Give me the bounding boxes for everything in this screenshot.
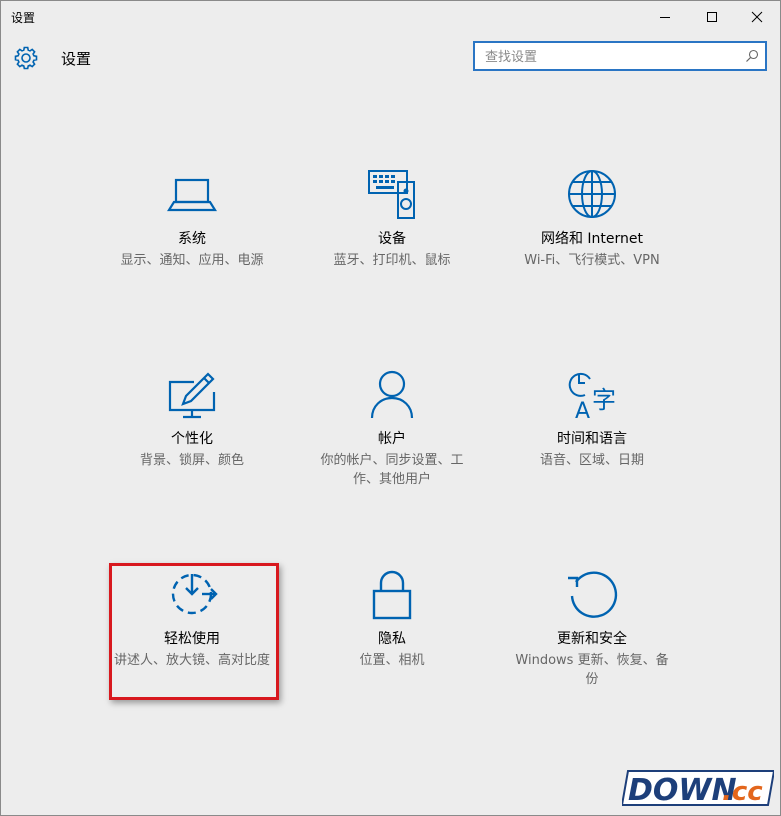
search-icon[interactable]	[745, 49, 759, 63]
tile-description: 讲述人、放大镜、高对比度	[113, 653, 270, 668]
tile-description: 蓝牙、打印机、鼠标	[333, 253, 451, 268]
close-button[interactable]	[734, 1, 780, 33]
globe-icon	[568, 170, 616, 218]
time-language-icon: A 字	[568, 372, 616, 424]
tile-network[interactable]: 网络和 Internet Wi-Fi、飞行模式、VPN	[507, 168, 677, 318]
watermark-text: DOWN	[628, 773, 737, 808]
personalization-icon	[168, 372, 216, 419]
tile-ease-of-access[interactable]: 轻松使用 讲述人、放大镜、高对比度	[107, 568, 277, 718]
tile-label: 时间和语言	[557, 431, 627, 447]
person-icon	[370, 370, 414, 419]
tile-label: 轻松使用	[164, 631, 220, 647]
maximize-icon	[707, 12, 717, 22]
tile-label: 个性化	[171, 431, 213, 447]
tile-time-language[interactable]: A 字 时间和语言 语音、区域、日期	[507, 368, 677, 518]
laptop-icon	[167, 178, 217, 212]
window-title: 设置	[11, 11, 36, 25]
tile-devices[interactable]: 设备 蓝牙、打印机、鼠标	[307, 168, 477, 318]
tile-personalization[interactable]: 个性化 背景、锁屏、颜色	[107, 368, 277, 518]
svg-text:A: A	[575, 399, 590, 424]
close-icon	[751, 11, 763, 23]
tile-label: 隐私	[378, 631, 406, 647]
tile-description: 你的帐户、同步设置、工作、其他用户	[320, 453, 464, 487]
tile-accounts[interactable]: 帐户 你的帐户、同步设置、工作、其他用户	[307, 368, 477, 518]
devices-icon	[368, 170, 415, 219]
tile-privacy[interactable]: 隐私 位置、相机	[307, 568, 477, 718]
tile-description: Wi-Fi、飞行模式、VPN	[524, 253, 660, 268]
minimize-button[interactable]	[642, 1, 688, 33]
svg-text:字: 字	[592, 386, 616, 414]
tile-description: 语音、区域、日期	[539, 453, 644, 468]
tile-label: 更新和安全	[557, 631, 627, 647]
update-icon	[568, 571, 618, 618]
tile-system[interactable]: 系统 显示、通知、应用、电源	[107, 168, 277, 318]
tile-description: 背景、锁屏、颜色	[139, 453, 244, 468]
watermark-suffix: .cc	[722, 777, 763, 807]
lock-icon	[372, 570, 412, 620]
search-box[interactable]	[473, 41, 767, 71]
gear-icon	[14, 46, 38, 70]
settings-window: 设置 设置 查找设置 系统 显示、通知、应用、电源 设备 蓝牙、打印机、鼠标 网…	[0, 0, 781, 816]
tile-description: 位置、相机	[359, 653, 425, 668]
maximize-button[interactable]	[689, 1, 735, 33]
ease-of-access-icon	[171, 573, 218, 615]
minimize-icon	[660, 17, 670, 18]
tile-label: 系统	[178, 231, 206, 247]
tile-update-security[interactable]: 更新和安全 Windows 更新、恢复、备份	[507, 568, 677, 718]
search-input[interactable]	[483, 46, 737, 68]
tile-label: 帐户	[378, 431, 406, 447]
tile-description: 显示、通知、应用、电源	[120, 253, 264, 268]
page-title: 设置	[61, 50, 92, 68]
tile-label: 网络和 Internet	[540, 231, 644, 247]
tile-description: Windows 更新、恢复、备份	[515, 653, 669, 687]
title-bar: 设置	[1, 1, 780, 33]
watermark-logo: DOWN .cc	[622, 770, 774, 808]
tile-label: 设备	[378, 231, 406, 247]
